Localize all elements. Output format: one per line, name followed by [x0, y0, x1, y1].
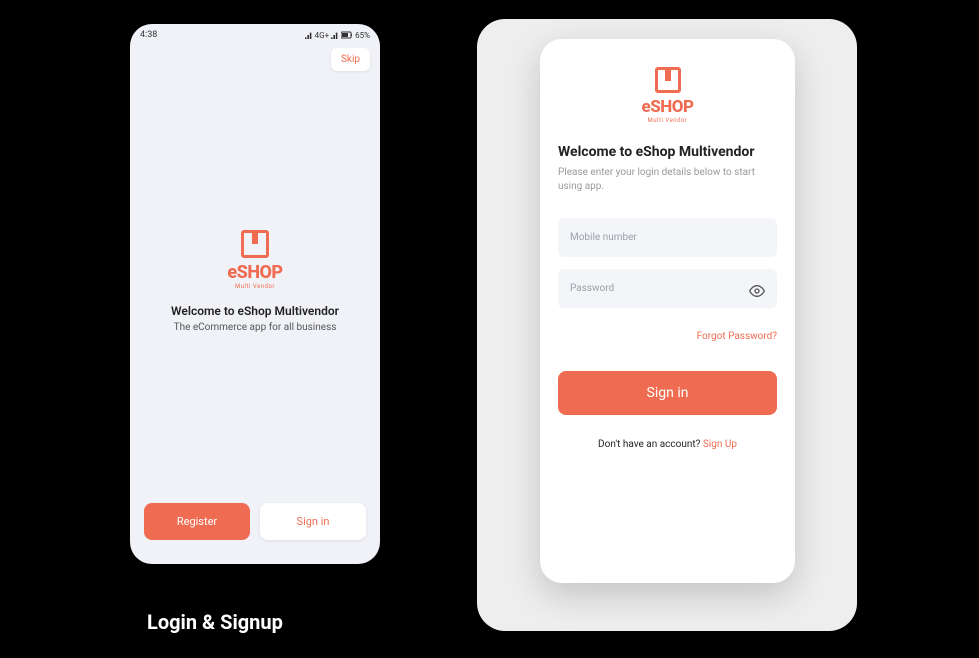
battery-percent: 65%	[355, 31, 370, 40]
signin-submit-button[interactable]: Sign in	[558, 371, 777, 415]
mobile-number-field[interactable]	[558, 218, 777, 257]
status-right: 4G+ 65%	[305, 31, 370, 40]
register-button[interactable]: Register	[144, 503, 250, 540]
network-label: 4G+	[315, 31, 329, 40]
wifi-icon	[331, 31, 339, 39]
signup-link[interactable]: Sign Up	[703, 439, 737, 450]
logo-mark-icon	[655, 67, 681, 93]
eshop-logo: eSHOP Multi Vendor	[227, 230, 282, 290]
eshop-logo: eSHOP Multi Vendor	[558, 67, 777, 124]
eye-icon[interactable]	[749, 283, 765, 303]
login-phone-mockup: eSHOP Multi Vendor Welcome to eShop Mult…	[540, 39, 795, 583]
password-field[interactable]	[558, 269, 777, 308]
signup-prompt: Don't have an account? Sign Up	[558, 439, 777, 450]
section-caption: Login & Signup	[147, 610, 283, 634]
signup-prompt-text: Don't have an account?	[598, 439, 703, 450]
login-title: Welcome to eShop Multivendor	[558, 144, 777, 160]
status-bar: 4:38 4G+ 65%	[130, 24, 380, 42]
skip-button[interactable]: Skip	[331, 48, 370, 71]
logo-tagline: Multi Vendor	[235, 283, 275, 290]
battery-icon	[341, 31, 353, 39]
welcome-phone-mockup: 4:38 4G+ 65% Skip eSHOP Multi Vendor Wel…	[130, 24, 380, 564]
forgot-password-link[interactable]: Forgot Password?	[697, 331, 777, 342]
signin-button[interactable]: Sign in	[260, 503, 366, 540]
signal-icon	[305, 31, 313, 39]
logo-mark-icon	[241, 230, 269, 258]
welcome-subtitle: The eCommerce app for all business	[174, 322, 337, 333]
logo-text: eSHOP	[641, 97, 693, 117]
logo-text: eSHOP	[227, 262, 282, 283]
welcome-title: Welcome to eShop Multivendor	[171, 304, 339, 318]
login-subtitle: Please enter your login details below to…	[558, 166, 777, 194]
status-time: 4:38	[140, 30, 157, 40]
logo-tagline: Multi Vendor	[648, 117, 688, 124]
